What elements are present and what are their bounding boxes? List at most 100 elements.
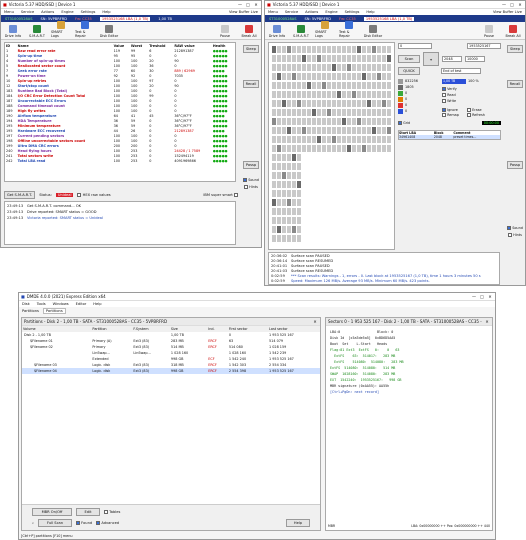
close-button[interactable]: ✕ (253, 2, 259, 7)
sleep-button[interactable]: Sleep (507, 45, 523, 53)
surface-block (282, 172, 286, 179)
surface-block (332, 46, 336, 53)
drive-info-button[interactable]: Drive Info (3, 25, 23, 38)
quick-button[interactable]: QUICK (398, 66, 420, 75)
menu-help[interactable]: Help (102, 10, 110, 14)
test-repair-button[interactable]: Test & Repair (75, 21, 95, 38)
surface-block (342, 82, 346, 89)
menu-editor[interactable]: Editor (76, 302, 87, 306)
drive-model[interactable]: ST31000528AS (269, 17, 297, 21)
close-button[interactable]: ✕ (517, 2, 523, 7)
test-repair-button[interactable]: Test & Repair (339, 21, 359, 38)
erase-radio[interactable]: Erase (467, 108, 489, 112)
status-label: Status: (39, 193, 52, 197)
minimize-button[interactable]: — (501, 2, 507, 7)
drive-model[interactable]: ST31000528AS (5, 17, 33, 21)
surface-block (287, 190, 291, 197)
tab-partitions[interactable]: Partitions (22, 309, 39, 313)
maximize-button[interactable]: □ (509, 2, 515, 7)
edit-button[interactable]: Edit (76, 508, 100, 516)
menu-disk[interactable]: Disk (22, 302, 30, 306)
table-row[interactable]: $Filename 04 Logic. disk Ext3 (83) 998 GB ER… (22, 368, 320, 374)
mbr-toggle-button[interactable]: MBR On/Off (32, 508, 72, 516)
menu-menu[interactable]: Menu (4, 10, 14, 14)
tables-checkbox[interactable]: Tables (104, 510, 120, 514)
passp-button[interactable]: Passp (506, 161, 524, 169)
menu-help[interactable]: Help (366, 10, 374, 14)
smart-logs-button[interactable]: SMART Logs (315, 21, 335, 38)
table-row[interactable]: 34961408 2048 preset times... (398, 135, 501, 140)
found-checkbox[interactable]: Found (76, 521, 92, 525)
grid-toggle[interactable]: Grid (398, 121, 410, 125)
sound-checkbox[interactable]: Sound (243, 178, 259, 182)
hints-checkbox[interactable]: Hints (508, 233, 522, 237)
smart-logs-button[interactable]: SMART Logs (51, 21, 71, 38)
write-radio[interactable]: Write (442, 99, 501, 105)
menu-service[interactable]: Service (21, 10, 34, 14)
view-buffer-live[interactable]: View Buffer Live (229, 10, 258, 14)
get-smart-button[interactable]: Get S.M.A.R.T. (4, 191, 36, 199)
pause-button[interactable]: Pause (215, 25, 235, 38)
close-icon[interactable]: ✕ (484, 319, 490, 324)
smart-button[interactable]: S.M.A.R.T (291, 25, 311, 38)
surface-block (317, 91, 321, 98)
surface-block (357, 136, 361, 143)
surface-block (287, 208, 291, 215)
ignore-radio[interactable]: Ignore (442, 108, 464, 112)
refresh-radio[interactable]: Refresh (467, 113, 489, 117)
menu-engine[interactable]: Engine (325, 10, 337, 14)
close-icon[interactable]: ✕ (312, 319, 318, 324)
maximize-button[interactable]: □ (479, 294, 485, 299)
range-start-input[interactable]: 0 (398, 42, 432, 49)
surface-block (307, 136, 311, 143)
menu-actions[interactable]: Actions (305, 10, 318, 14)
menu-help[interactable]: Help (93, 302, 101, 306)
sector-view[interactable]: LBA:0 Block: 0 Disk Id [x5a3de5a5] 0xBD6D… (328, 328, 490, 512)
hints-checkbox[interactable]: Hints (244, 185, 258, 189)
surface-block (337, 118, 341, 125)
disk-editor-button[interactable]: Disk Editor (99, 25, 119, 38)
timeout-input[interactable]: 10000 (465, 56, 485, 62)
view-buffer-live[interactable]: View Buffer Live (493, 10, 522, 14)
close-button[interactable]: ✕ (487, 294, 493, 299)
minimize-button[interactable]: — (471, 294, 477, 299)
surface-block (372, 136, 376, 143)
passp-button[interactable]: Passp (242, 161, 260, 169)
surface-block (287, 109, 291, 116)
block-size-input[interactable]: 2048 (442, 56, 462, 62)
advanced-checkbox[interactable]: Advanced (96, 521, 119, 525)
help-button[interactable]: Help (286, 519, 310, 527)
menu-tools[interactable]: Tools (37, 302, 46, 306)
surface-block (292, 46, 296, 53)
drive-info-button[interactable]: Drive Info (267, 25, 287, 38)
end-of-test-select[interactable]: End of test (441, 67, 481, 74)
full-scan-button[interactable]: Full Scan (38, 519, 73, 527)
smart-button[interactable]: S.M.A.R.T (27, 25, 47, 38)
direction-pad[interactable]: ✦ (423, 52, 439, 66)
menu-windows[interactable]: Windows (53, 302, 69, 306)
scan-button[interactable]: Scan (398, 55, 420, 63)
recall-button[interactable]: Recall (242, 80, 260, 88)
pause-button[interactable]: Pause (479, 25, 499, 38)
hex-raw-checkbox[interactable]: HEX raw values (77, 193, 111, 197)
menu-settings[interactable]: Settings (81, 10, 96, 14)
menu-actions[interactable]: Actions (41, 10, 54, 14)
minimize-button[interactable]: — (237, 2, 243, 7)
table-row[interactable]: 242 Total LBA read 100 253 0 4091969866 ●●●●● (5, 158, 235, 163)
range-end-input[interactable]: 1953525167 (467, 42, 501, 49)
sleep-button[interactable]: Sleep (243, 45, 259, 53)
menu-service[interactable]: Service (285, 10, 298, 14)
menu-menu[interactable]: Menu (268, 10, 278, 14)
recall-button[interactable]: Recall (506, 80, 524, 88)
surface-block (377, 82, 381, 89)
disk-editor-button[interactable]: Disk Editor (363, 25, 383, 38)
break-all-button[interactable]: Break All (503, 25, 523, 38)
menu-settings[interactable]: Settings (345, 10, 360, 14)
sound-checkbox[interactable]: Sound (507, 226, 523, 230)
menu-engine[interactable]: Engine (61, 10, 73, 14)
maximize-button[interactable]: □ (245, 2, 251, 7)
break-all-button[interactable]: Break All (239, 25, 259, 38)
ibm-smart-checkbox[interactable]: IBM super smart (203, 193, 238, 197)
tab-partitions-2[interactable]: Partitions (42, 307, 66, 314)
remap-radio[interactable]: Remap (442, 113, 464, 117)
